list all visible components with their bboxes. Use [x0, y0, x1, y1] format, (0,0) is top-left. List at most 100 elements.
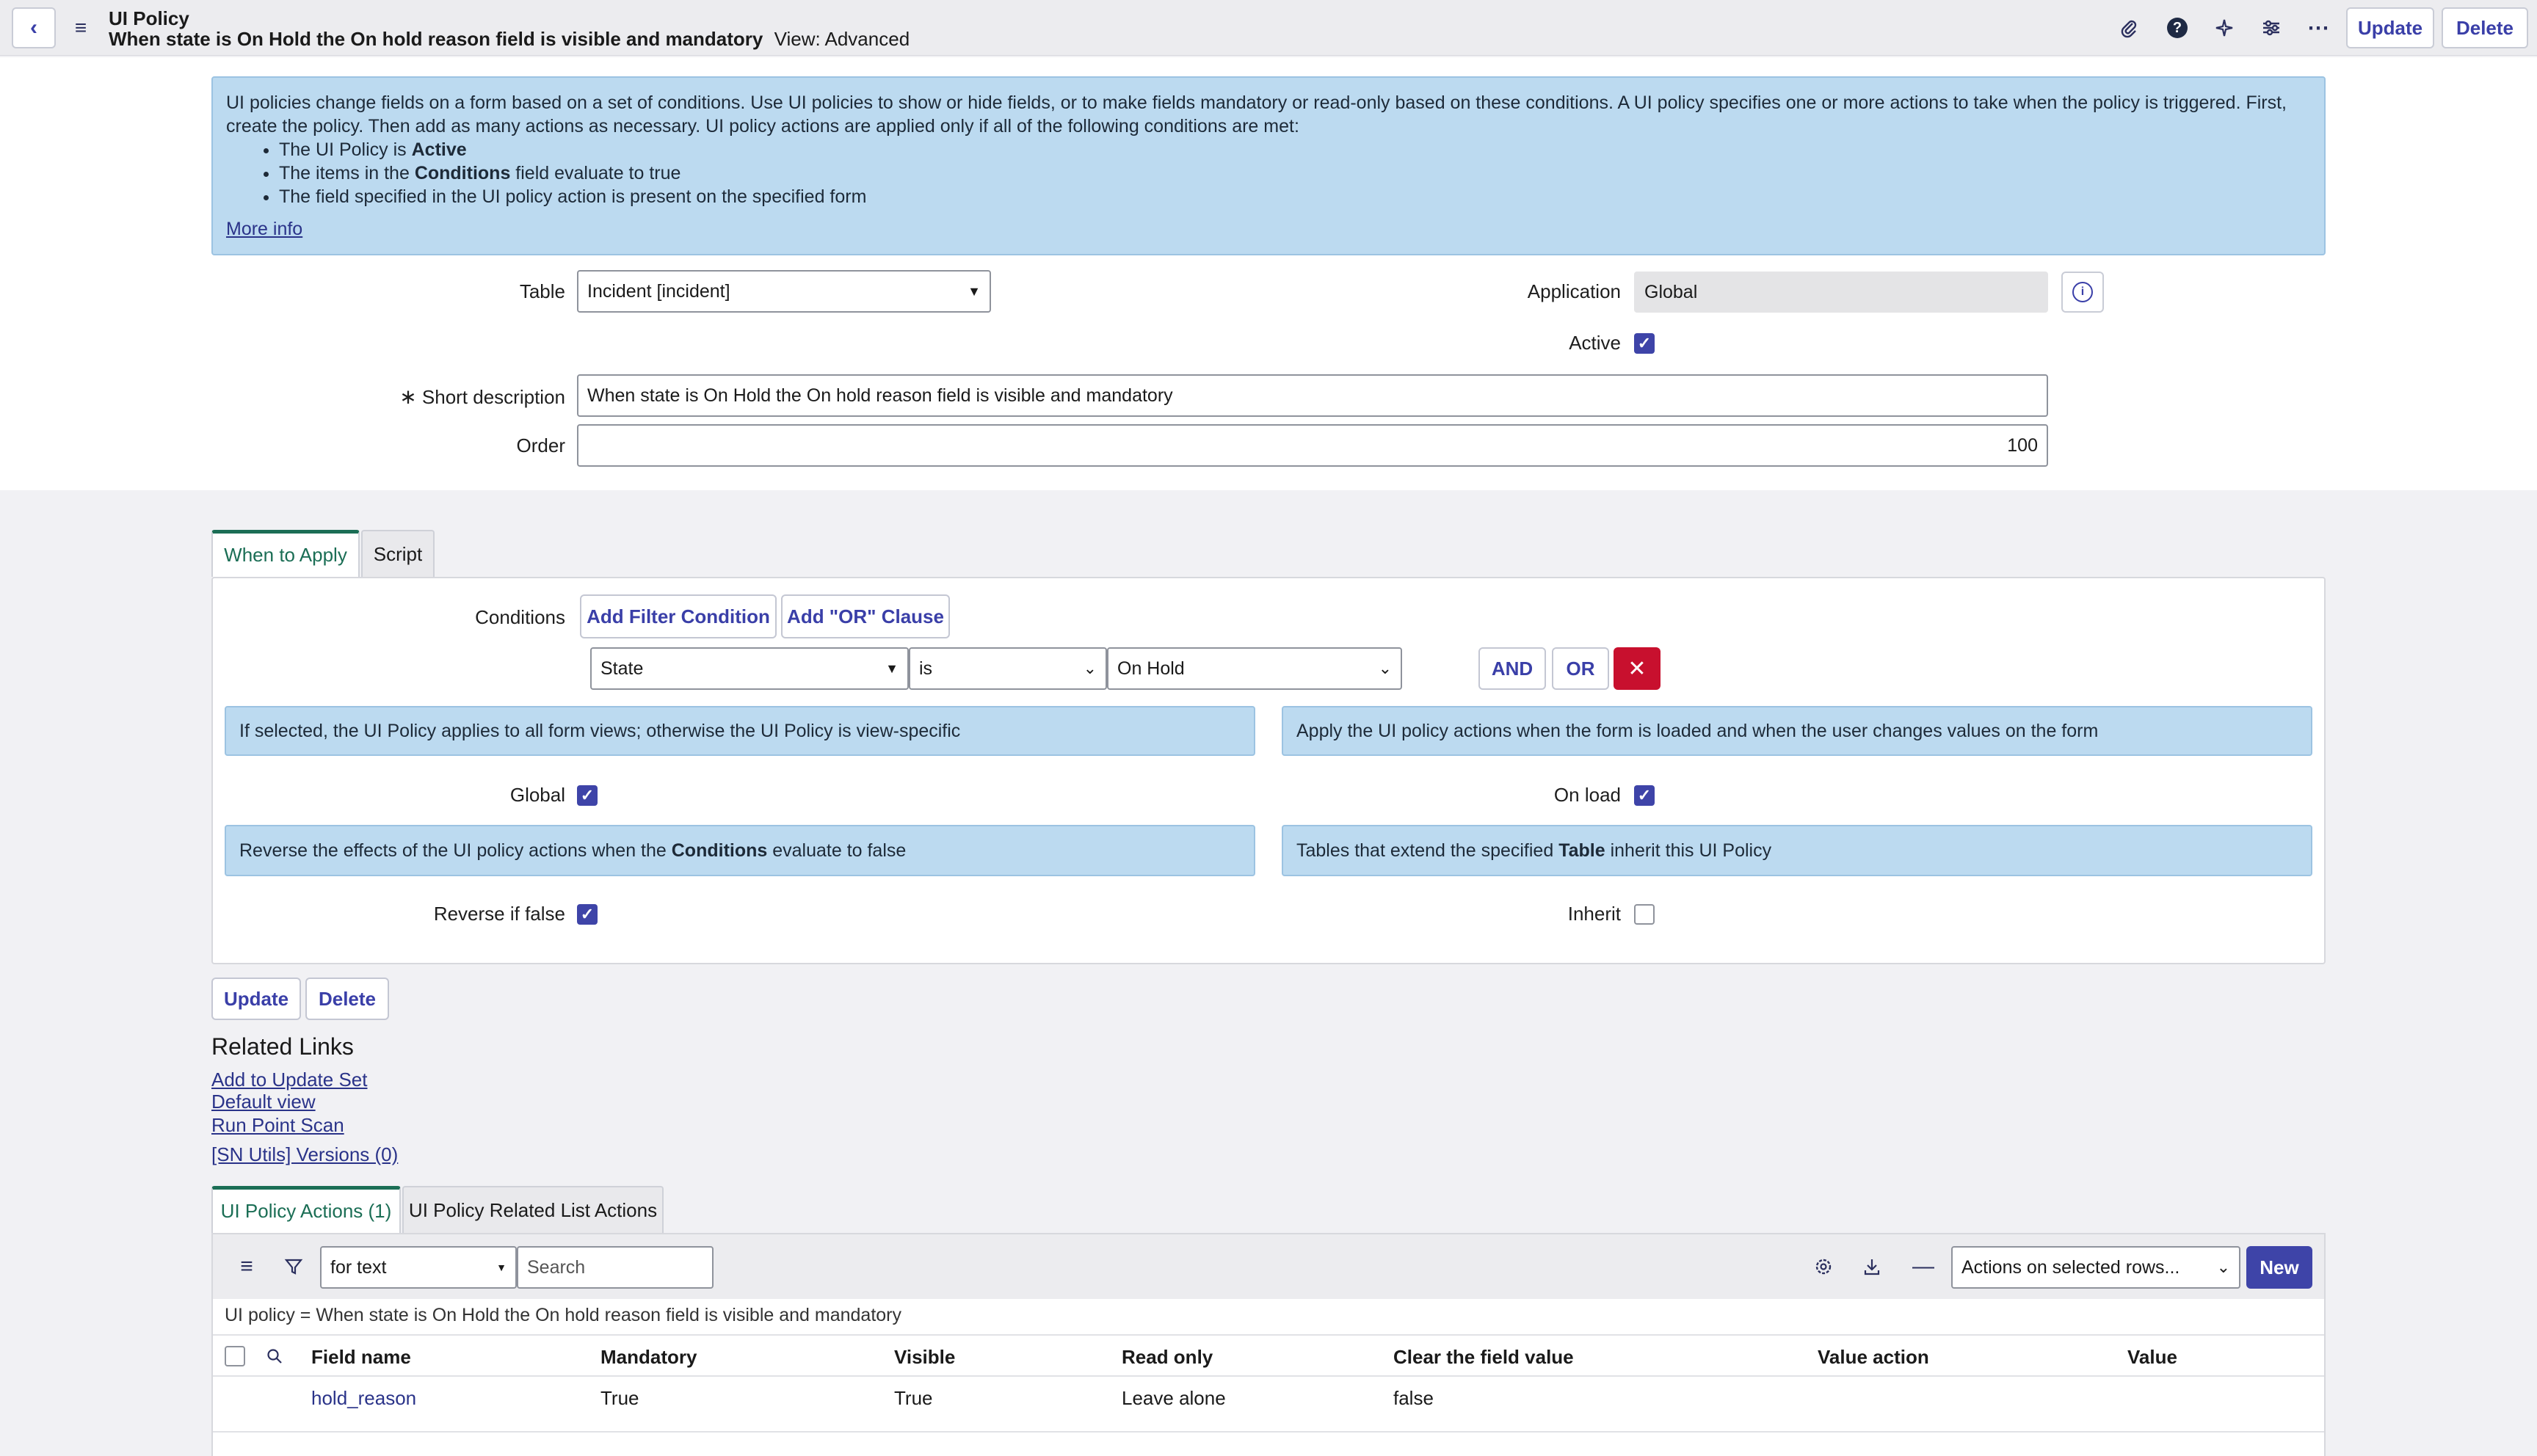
condition-value-value: On Hold [1117, 658, 1185, 679]
add-to-update-set-link[interactable]: Add to Update Set [211, 1069, 367, 1091]
delete-button[interactable]: Delete [2442, 7, 2528, 48]
caret-down-icon: ▼ [885, 660, 899, 676]
onload-checkbox[interactable]: ✓ [1634, 785, 1655, 806]
application-field: Global [1634, 272, 2048, 313]
read-only-cell: Leave alone [1122, 1387, 1226, 1409]
order-label: Order [516, 434, 565, 456]
column-header-visible[interactable]: Visible [894, 1346, 955, 1369]
search-placeholder: Search [527, 1256, 586, 1278]
search-field-select[interactable]: for text ▼ [320, 1246, 517, 1289]
tab-ui-policy-actions[interactable]: UI Policy Actions (1) [211, 1186, 401, 1233]
actions-select-value: Actions on selected rows... [1961, 1256, 2180, 1278]
sparkle-icon[interactable] [2210, 13, 2239, 43]
chevron-down-icon: ⌄ [1083, 659, 1097, 677]
search-icon[interactable] [261, 1343, 288, 1369]
and-button[interactable]: AND [1478, 647, 1546, 690]
new-button[interactable]: New [2246, 1246, 2312, 1289]
onload-info: Apply the UI policy actions when the for… [1282, 706, 2312, 756]
column-header-field-name[interactable]: Field name [311, 1346, 411, 1369]
more-info-link[interactable]: More info [226, 219, 302, 239]
condition-field-select[interactable]: State ▼ [590, 647, 909, 690]
visible-cell: True [894, 1387, 933, 1409]
mandatory-cell: True [600, 1387, 639, 1409]
reverse-info: Reverse the effects of the UI policy act… [225, 825, 1255, 876]
remove-condition-button[interactable]: ✕ [1614, 647, 1661, 690]
onload-label: On load [1553, 784, 1621, 806]
reverse-if-false-checkbox[interactable]: ✓ [577, 904, 598, 925]
settings-sliders-icon[interactable] [2257, 13, 2286, 43]
filter-icon[interactable] [279, 1252, 308, 1281]
add-filter-condition-button[interactable]: Add Filter Condition [580, 594, 777, 638]
back-button[interactable]: ‹ [12, 7, 56, 48]
default-view-link[interactable]: Default view [211, 1091, 316, 1113]
divider [213, 1334, 2324, 1336]
help-icon[interactable]: ? [2163, 13, 2192, 43]
column-header-clear-field-value[interactable]: Clear the field value [1393, 1346, 1574, 1369]
info-message: UI policies change fields on a form base… [211, 76, 2326, 255]
table-row: hold_reason True True Leave alone false [213, 1377, 2324, 1430]
more-icon[interactable]: ⋯ [2304, 13, 2333, 43]
table-select-value: Incident [incident] [587, 280, 730, 302]
column-header-value[interactable]: Value [2127, 1346, 2177, 1369]
inherit-label: Inherit [1567, 903, 1621, 925]
column-header-read-only[interactable]: Read only [1122, 1346, 1213, 1369]
tab-ui-policy-related-list-actions[interactable]: UI Policy Related List Actions [402, 1186, 664, 1233]
menu-icon[interactable]: ≡ [66, 13, 95, 43]
active-checkbox[interactable]: ✓ [1634, 333, 1655, 354]
inherit-info: Tables that extend the specified Table i… [1282, 825, 2312, 876]
tab-when-to-apply[interactable]: When to Apply [211, 530, 360, 577]
tab-script[interactable]: Script [361, 530, 435, 577]
info-icon: i [2072, 282, 2093, 302]
condition-operator-value: is [919, 658, 933, 679]
info-text: UI policies change fields on a form base… [226, 92, 2287, 136]
mandatory-icon: ∗ [399, 385, 417, 408]
download-icon[interactable] [1857, 1252, 1887, 1281]
reverse-if-false-label: Reverse if false [433, 903, 565, 925]
conditions-label: Conditions [475, 606, 565, 628]
table-select[interactable]: Incident [incident] ▼ [577, 270, 991, 313]
info-bullet: The items in the Conditions field evalua… [279, 161, 2311, 185]
inherit-checkbox[interactable] [1634, 904, 1655, 925]
form-title: UI Policy [109, 7, 189, 29]
add-or-clause-button[interactable]: Add "OR" Clause [781, 594, 950, 638]
column-header-value-action[interactable]: Value action [1818, 1346, 1929, 1369]
run-point-scan-link[interactable]: Run Point Scan [211, 1114, 344, 1137]
caret-down-icon: ▼ [496, 1262, 507, 1273]
minus-icon[interactable]: — [1909, 1252, 1938, 1281]
select-all-checkbox[interactable] [225, 1346, 245, 1366]
column-header-mandatory[interactable]: Mandatory [600, 1346, 697, 1369]
condition-field-value: State [600, 658, 644, 679]
back-icon: ‹ [30, 15, 37, 40]
related-links-title: Related Links [211, 1033, 354, 1060]
info-bullet: The field specified in the UI policy act… [279, 185, 2311, 208]
view-label: View: Advanced [774, 28, 910, 50]
list-menu-icon[interactable]: ≡ [232, 1252, 261, 1281]
actions-select[interactable]: Actions on selected rows... ⌄ [1951, 1246, 2240, 1289]
condition-value-select[interactable]: On Hold ⌄ [1107, 647, 1402, 690]
search-field-value: for text [330, 1256, 387, 1278]
application-label: Application [1527, 280, 1621, 302]
list-breadcrumb: UI policy = When state is On Hold the On… [225, 1305, 901, 1325]
record-title: When state is On Hold the On hold reason… [109, 28, 763, 50]
caret-down-icon: ▼ [968, 283, 981, 299]
divider [213, 1431, 2324, 1433]
active-label: Active [1569, 332, 1621, 354]
or-button[interactable]: OR [1552, 647, 1609, 690]
condition-operator-select[interactable]: is ⌄ [909, 647, 1107, 690]
application-info-button[interactable]: i [2061, 272, 2104, 313]
gear-icon[interactable] [1809, 1252, 1838, 1281]
global-checkbox[interactable]: ✓ [577, 785, 598, 806]
clear-cell: false [1393, 1387, 1434, 1409]
paperclip-icon[interactable] [2114, 13, 2144, 43]
delete-button-bottom[interactable]: Delete [305, 978, 389, 1020]
short-description-input[interactable]: When state is On Hold the On hold reason… [577, 374, 2048, 417]
field-name-link[interactable]: hold_reason [311, 1387, 416, 1410]
short-description-label: ∗ Short description [399, 385, 565, 408]
update-button-bottom[interactable]: Update [211, 978, 301, 1020]
form-header: ‹ ≡ UI Policy When state is On Hold the … [0, 0, 2537, 56]
search-input[interactable]: Search [517, 1246, 714, 1289]
update-button[interactable]: Update [2346, 7, 2434, 48]
table-label: Table [519, 280, 565, 302]
order-input[interactable]: 100 [577, 424, 2048, 467]
sn-utils-versions-link[interactable]: [SN Utils] Versions (0) [211, 1143, 398, 1166]
